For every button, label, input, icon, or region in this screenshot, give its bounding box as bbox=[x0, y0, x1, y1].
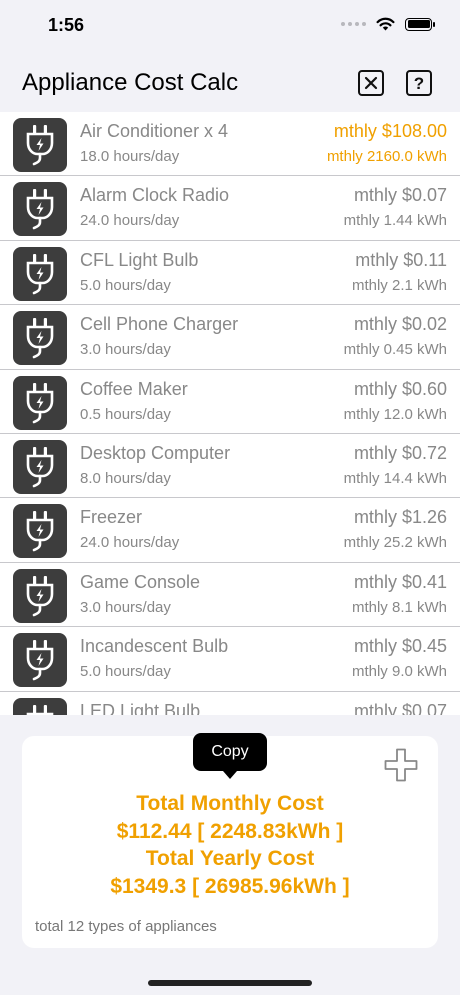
power-plug-icon bbox=[26, 704, 54, 715]
appliance-row[interactable]: Desktop Computer 8.0 hours/day mthly $0.72… bbox=[0, 433, 460, 499]
status-time: 1:56 bbox=[48, 15, 85, 35]
appliance-list[interactable]: Air Conditioner x 4 18.0 hours/day mthly $… bbox=[0, 112, 460, 715]
nav-bar: Appliance Cost Calc ? bbox=[0, 55, 460, 111]
appliance-name: Alarm Clock Radio bbox=[80, 185, 230, 206]
appliance-hours: 24.0 hours/day bbox=[80, 212, 180, 230]
appliance-hours: 24.0 hours/day bbox=[80, 534, 180, 552]
clear-button[interactable] bbox=[358, 70, 384, 96]
appliance-monthly-kwh: mthly 2.1 kWh bbox=[351, 276, 447, 294]
appliance-icon bbox=[13, 568, 67, 623]
appliance-hours: 3.0 hours/day bbox=[80, 598, 171, 616]
copy-tooltip[interactable]: Copy bbox=[193, 733, 267, 779]
appliance-row[interactable]: Air Conditioner x 4 18.0 hours/day mthly $… bbox=[0, 112, 460, 177]
appliance-monthly-kwh: mthly 25.2 kWh bbox=[343, 534, 447, 552]
appliance-row[interactable]: Game Console 3.0 hours/day mthly $0.41 mthl… bbox=[0, 562, 460, 628]
appliance-monthly-cost: mthly $0.45 bbox=[353, 636, 447, 657]
appliance-monthly-kwh: mthly 14.4 kWh bbox=[343, 469, 447, 487]
appliance-name: Desktop Computer bbox=[80, 442, 231, 463]
appliance-monthly-cost: mthly $0.07 bbox=[353, 700, 447, 715]
yearly-cost-value: $1349.3 [ 26985.96kWh ] bbox=[110, 874, 350, 898]
appliance-icon bbox=[13, 118, 67, 172]
appliance-icon bbox=[13, 633, 67, 688]
appliance-monthly-kwh: mthly 9.0 kWh bbox=[351, 663, 447, 681]
appliance-icon bbox=[13, 182, 67, 237]
battery-icon bbox=[405, 17, 435, 31]
monthly-cost-label: Total Monthly Cost bbox=[136, 792, 324, 815]
summary-totals[interactable]: Total Monthly Cost $112.44 [ 2248.83kWh … bbox=[22, 790, 438, 900]
power-plug-icon bbox=[26, 640, 54, 681]
appliance-monthly-cost: mthly $0.11 bbox=[355, 249, 447, 270]
appliance-name: Freezer bbox=[80, 507, 143, 528]
appliance-monthly-cost: mthly $1.26 bbox=[353, 507, 447, 528]
appliance-monthly-kwh: mthly 2160.0 kWh bbox=[326, 148, 447, 165]
help-button[interactable]: ? bbox=[406, 70, 432, 96]
appliance-count: total 12 types of appliances bbox=[35, 918, 217, 935]
appliance-monthly-cost: mthly $0.02 bbox=[353, 314, 447, 335]
appliance-monthly-cost: mthly $0.72 bbox=[353, 442, 447, 463]
appliance-row[interactable]: Cell Phone Charger 3.0 hours/day mthly $0.… bbox=[0, 305, 460, 370]
appliance-monthly-kwh: mthly 12.0 kWh bbox=[343, 405, 447, 423]
power-plug-icon bbox=[26, 511, 54, 552]
appliance-monthly-kwh: mthly 1.44 kWh bbox=[343, 212, 447, 230]
appliance-hours: 8.0 hours/day bbox=[80, 469, 171, 487]
power-plug-icon bbox=[26, 253, 54, 295]
appliance-hours: 0.5 hours/day bbox=[80, 405, 171, 423]
appliance-row[interactable]: CFL Light Bulb 5.0 hours/day mthly $0.11 mt… bbox=[0, 240, 460, 306]
appliance-hours: 18.0 hours/day bbox=[80, 148, 180, 165]
appliance-row[interactable]: Alarm Clock Radio 24.0 hours/day mthly $0.… bbox=[0, 176, 460, 241]
appliance-name: CFL Light Bulb bbox=[80, 249, 199, 270]
appliance-row[interactable]: Freezer 24.0 hours/day mthly $1.26 mthly 25… bbox=[0, 498, 460, 563]
appliance-monthly-cost: mthly $0.60 bbox=[353, 378, 447, 399]
appliance-icon bbox=[13, 375, 67, 430]
appliance-icon bbox=[13, 246, 67, 301]
status-bar: 1:56 bbox=[0, 0, 460, 52]
status-icons bbox=[341, 17, 435, 31]
power-plug-icon bbox=[26, 575, 54, 617]
page-title: Appliance Cost Calc bbox=[22, 69, 239, 96]
yearly-cost-label: Total Yearly Cost bbox=[145, 847, 315, 870]
appliance-row[interactable]: LED Light Bulb mthly $0.07 bbox=[0, 691, 460, 715]
appliance-icon bbox=[13, 697, 67, 715]
appliance-hours: 5.0 hours/day bbox=[80, 663, 171, 681]
appliance-name: Coffee Maker bbox=[80, 378, 188, 399]
appliance-name: Incandescent Bulb bbox=[80, 636, 229, 657]
power-plug-icon bbox=[26, 382, 54, 423]
wifi-icon bbox=[376, 17, 395, 31]
appliance-icon bbox=[13, 439, 67, 494]
appliance-row[interactable]: Incandescent Bulb 5.0 hours/day mthly $0.4… bbox=[0, 627, 460, 692]
copy-label: Copy bbox=[211, 743, 249, 760]
appliance-icon bbox=[13, 311, 67, 366]
power-plug-icon bbox=[26, 318, 54, 359]
power-plug-icon bbox=[26, 125, 54, 166]
appliance-name: Game Console bbox=[80, 571, 201, 592]
plus-icon[interactable] bbox=[384, 748, 418, 782]
appliance-monthly-cost: mthly $0.41 bbox=[353, 571, 447, 592]
appliance-name: Air Conditioner x 4 bbox=[80, 121, 229, 141]
appliance-hours: 5.0 hours/day bbox=[80, 276, 171, 294]
power-plug-icon bbox=[26, 189, 54, 230]
appliance-monthly-cost: mthly $0.07 bbox=[353, 185, 447, 206]
appliance-hours: 3.0 hours/day bbox=[80, 341, 171, 359]
appliance-monthly-kwh: mthly 8.1 kWh bbox=[351, 598, 447, 616]
appliance-monthly-kwh: mthly 0.45 kWh bbox=[343, 341, 447, 359]
appliance-row[interactable]: Coffee Maker 0.5 hours/day mthly $0.60 mthl… bbox=[0, 369, 460, 434]
question-square-icon: ? bbox=[413, 73, 425, 93]
home-indicator bbox=[148, 980, 312, 986]
power-plug-icon bbox=[26, 446, 54, 488]
appliance-name: LED Light Bulb bbox=[80, 700, 201, 715]
monthly-cost-value: $112.44 [ 2248.83kWh ] bbox=[116, 819, 344, 843]
appliance-icon bbox=[13, 504, 67, 559]
x-square-icon bbox=[364, 76, 378, 90]
appliance-name: Cell Phone Charger bbox=[80, 314, 239, 335]
appliance-monthly-cost: mthly $108.00 bbox=[333, 121, 447, 141]
cellular-signal-icon bbox=[341, 22, 366, 26]
